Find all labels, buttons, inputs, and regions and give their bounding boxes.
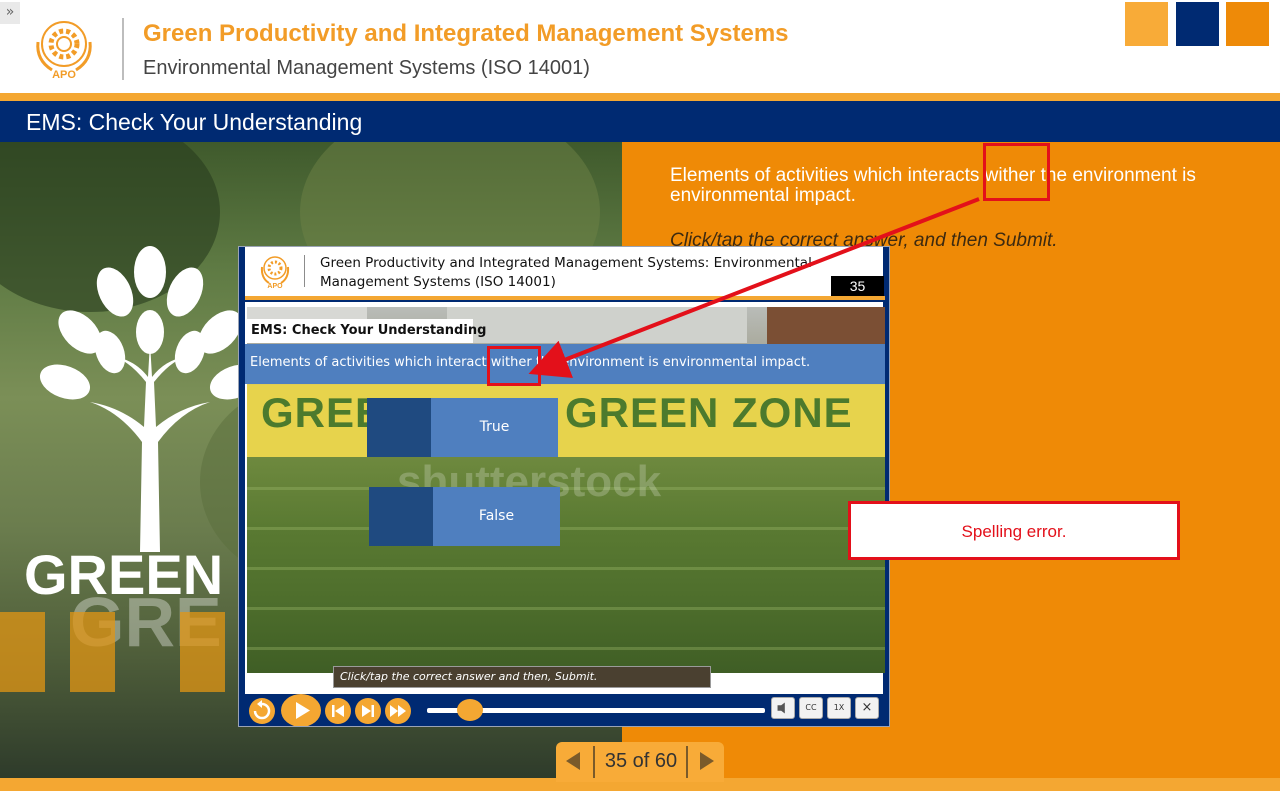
decor-square-light-orange bbox=[1125, 2, 1168, 46]
volume-icon[interactable] bbox=[771, 697, 795, 719]
next-icon[interactable] bbox=[355, 698, 381, 724]
next-slide-button[interactable] bbox=[700, 752, 714, 770]
play-icon[interactable] bbox=[281, 694, 321, 726]
banner-text: GREEN ZONE bbox=[565, 389, 853, 436]
pager-divider bbox=[686, 746, 688, 778]
embed-heading: EMS: Check Your Understanding bbox=[251, 323, 487, 338]
pager-divider bbox=[593, 746, 595, 778]
previous-slide-button[interactable] bbox=[566, 752, 580, 770]
embed-instruction-text: Click/tap the correct answer and then, S… bbox=[340, 670, 598, 683]
embed-frame bbox=[239, 247, 245, 726]
slide-pager: 35 of 60 bbox=[556, 742, 724, 782]
callout-text: Spelling error. bbox=[961, 522, 1067, 541]
embed-course-title: Green Productivity and Integrated Manage… bbox=[320, 255, 812, 290]
header-accent-line bbox=[0, 93, 1280, 101]
cc-icon[interactable]: CC bbox=[799, 697, 823, 719]
question-text: Elements of activities which interacts w… bbox=[670, 165, 1196, 206]
embed-question-bar: Elements of activities which interact wi… bbox=[245, 344, 885, 384]
prev-icon[interactable] bbox=[325, 698, 351, 724]
embed-header-accent bbox=[245, 300, 885, 302]
answer-indicator bbox=[369, 487, 433, 546]
fast-forward-icon[interactable] bbox=[385, 698, 411, 724]
course-title: Green Productivity and Integrated Manage… bbox=[143, 20, 789, 47]
course-subtitle: Environmental Management Systems (ISO 14… bbox=[143, 57, 590, 79]
speed-icon[interactable]: 1X bbox=[827, 697, 851, 719]
answer-true-button[interactable]: True bbox=[367, 398, 558, 457]
slide-counter: 35 of 60 bbox=[604, 750, 678, 772]
embed-error-highlight bbox=[487, 346, 541, 386]
section-bar: EMS: Check Your Understanding bbox=[0, 101, 1280, 142]
sidebar-toggle-button[interactable]: » bbox=[0, 2, 20, 24]
player-controls: CC 1X × bbox=[245, 694, 885, 726]
answer-indicator bbox=[367, 398, 431, 457]
section-title: EMS: Check Your Understanding bbox=[26, 109, 363, 135]
answer-label: False bbox=[478, 508, 515, 524]
error-highlight-box bbox=[983, 143, 1050, 201]
error-callout: Spelling error. bbox=[848, 501, 1180, 560]
embed-instruction-box: Click/tap the correct answer and then, S… bbox=[333, 666, 711, 688]
logo-text: APO bbox=[267, 283, 283, 289]
decor-square-orange bbox=[1226, 2, 1269, 46]
embed-heading-box: EMS: Check Your Understanding bbox=[247, 319, 486, 343]
header-divider bbox=[122, 18, 124, 80]
answer-label: True bbox=[479, 419, 510, 435]
decor-square-navy bbox=[1176, 2, 1219, 46]
logo-text: APO bbox=[52, 69, 76, 80]
embed-header-divider bbox=[304, 255, 305, 287]
apo-logo: APO bbox=[36, 21, 92, 80]
answer-false-button[interactable]: False bbox=[369, 487, 560, 546]
apo-logo: APO bbox=[260, 256, 290, 289]
embed-slide-number: 35 bbox=[831, 276, 884, 296]
close-icon[interactable]: × bbox=[855, 697, 879, 719]
seek-handle[interactable] bbox=[457, 699, 483, 721]
green-zone-banner: GREEN GREEN ZONE bbox=[247, 385, 885, 457]
replay-icon[interactable] bbox=[249, 698, 275, 724]
embedded-screenshot: APO Green Productivity and Integrated Ma… bbox=[238, 246, 890, 727]
